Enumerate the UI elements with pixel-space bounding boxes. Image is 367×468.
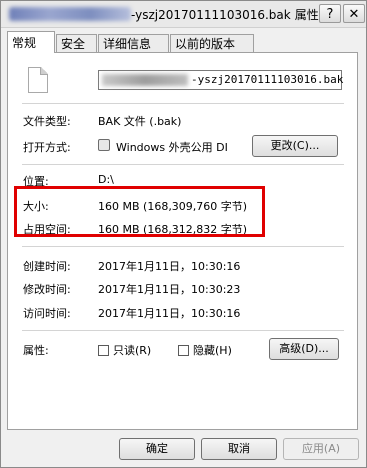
title-bar[interactable]: -yszj20170111103016.bak 属性 ? ✕ [1,1,366,28]
properties-dialog: -yszj20170111103016.bak 属性 ? ✕ 常规 安全 详细信息… [0,0,367,468]
hidden-checkbox[interactable]: 隐藏(H) [178,342,232,358]
accessed-value: 2017年1月11日，10:30:16 [98,307,241,320]
open-with-label: 打开方式: [23,141,71,154]
file-name-redacted-blur [102,74,188,86]
red-highlight-box [14,186,265,237]
open-with-value: Windows 外壳公用 DI [116,141,228,154]
title-redacted-blur [9,7,131,21]
tab-security[interactable]: 安全 [56,34,97,52]
separator [22,164,344,165]
close-button[interactable]: ✕ [343,4,365,23]
general-panel: -yszj20170111103016.bak 文件类型: BAK 文件 (.b… [7,52,358,430]
tab-general[interactable]: 常规 [7,31,55,53]
file-type-value: BAK 文件 (.bak) [98,115,182,128]
location-value: D:\ [98,173,114,186]
apply-button[interactable]: 应用(A) [283,438,359,460]
attributes-label: 属性: [23,344,49,357]
advanced-button[interactable]: 高级(D)... [269,338,339,360]
file-name-field[interactable]: -yszj20170111103016.bak [98,70,344,90]
separator [22,330,344,331]
window-title-file: -yszj20170111103016.bak [131,8,291,22]
file-type-label: 文件类型: [23,115,71,128]
readonly-checkbox[interactable]: 只读(R) [98,342,151,358]
help-button[interactable]: ? [319,4,341,23]
separator [22,246,344,247]
ok-button[interactable]: 确定 [119,438,195,460]
file-icon [28,67,48,93]
accessed-label: 访问时间: [23,307,71,320]
window-title-suffix: 属性 [294,8,319,22]
created-value: 2017年1月11日，10:30:16 [98,260,241,273]
change-button[interactable]: 更改(C)... [252,135,338,157]
separator [22,103,344,104]
window-title: -yszj20170111103016.bak 属性 [131,6,319,23]
tab-previous-versions[interactable]: 以前的版本 [170,34,254,52]
readonly-label: 只读(R) [113,344,152,357]
modified-label: 修改时间: [23,283,71,296]
open-with-app-icon [98,139,110,151]
cancel-button[interactable]: 取消 [201,438,277,460]
tab-details[interactable]: 详细信息 [98,34,169,52]
readonly-checkbox-box[interactable] [98,344,109,356]
created-label: 创建时间: [23,260,71,273]
hidden-label: 隐藏(H) [193,344,232,357]
hidden-checkbox-box[interactable] [178,344,189,356]
file-name-text: -yszj20170111103016.bak [191,73,344,86]
modified-value: 2017年1月11日，10:30:23 [98,283,241,296]
